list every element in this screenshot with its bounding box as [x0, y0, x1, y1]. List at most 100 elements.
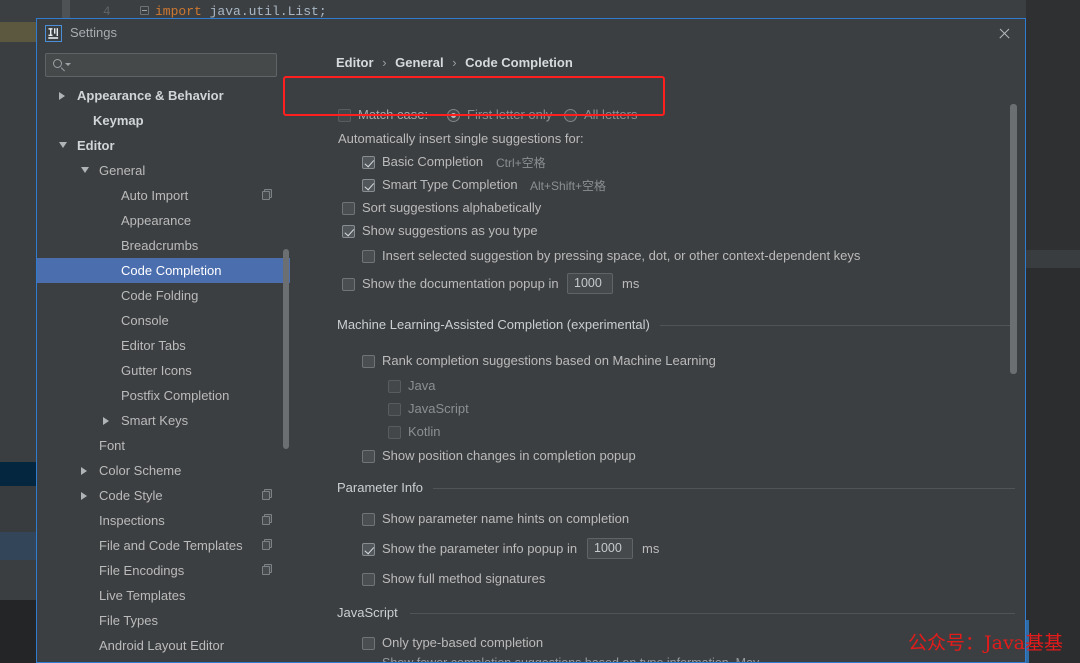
sidebar-item-label: File and Code Templates	[99, 538, 243, 553]
basic-completion-checkbox[interactable]	[362, 156, 375, 169]
row-ml-rank: Rank completion suggestions based on Mac…	[290, 352, 1025, 374]
line-number: 4	[103, 5, 111, 19]
sidebar-item-inspections[interactable]: Inspections	[37, 508, 290, 533]
show-as-you-type-checkbox[interactable]	[342, 225, 355, 238]
sidebar-item-label: File Encodings	[99, 563, 185, 578]
left-band-navy	[0, 462, 36, 486]
sidebar-item-code-folding[interactable]: Code Folding	[37, 283, 290, 308]
chevron-right-icon[interactable]	[81, 467, 87, 475]
sidebar-item-android-layout-editor[interactable]: Android Layout Editor	[37, 633, 290, 658]
chevron-right-icon[interactable]	[81, 492, 87, 500]
breadcrumb-separator-2: ›	[452, 55, 457, 70]
javascript-section-header: JavaScript	[290, 605, 1025, 621]
sidebar-item-gutter-icons[interactable]: Gutter Icons	[37, 358, 290, 383]
radio-first-letter-only[interactable]	[447, 109, 460, 122]
ml-position-changes-checkbox[interactable]	[362, 450, 375, 463]
full-signatures-checkbox[interactable]	[362, 573, 375, 586]
sidebar-item-code-completion[interactable]: Code Completion	[37, 258, 290, 283]
sort-alphabetically-checkbox[interactable]	[342, 202, 355, 215]
sidebar-item-file-types[interactable]: File Types	[37, 608, 290, 633]
sidebar-item-label: Breadcrumbs	[121, 238, 199, 253]
ml-section-header: Machine Learning-Assisted Completion (ex…	[290, 317, 1025, 333]
param-name-hints-checkbox[interactable]	[362, 513, 375, 526]
only-type-based-checkbox[interactable]	[362, 637, 375, 650]
sidebar-item-appearance[interactable]: Appearance	[37, 208, 290, 233]
breadcrumb-separator-1: ›	[382, 55, 387, 70]
sidebar-item-smart-keys[interactable]: Smart Keys	[37, 408, 290, 433]
sidebar-item-auto-import[interactable]: Auto Import	[37, 183, 290, 208]
smart-type-completion-checkbox[interactable]	[362, 179, 375, 192]
sidebar-item-postfix-completion[interactable]: Postfix Completion	[37, 383, 290, 408]
radio-all-letters[interactable]	[564, 109, 577, 122]
left-band-dark-1	[0, 42, 36, 462]
row-ml-position-changes: Show position changes in completion popu…	[290, 447, 1025, 469]
sidebar-item-label: Color Scheme	[99, 463, 182, 478]
sidebar-item-label: Code Completion	[121, 263, 222, 278]
close-icon[interactable]	[995, 25, 1013, 43]
sidebar-item-general[interactable]: General	[37, 158, 290, 183]
breadcrumb-part-general[interactable]: General	[395, 55, 443, 70]
copy-settings-icon[interactable]	[262, 489, 274, 501]
sidebar-item-label: Postfix Completion	[121, 388, 230, 403]
ml-javascript-checkbox[interactable]	[388, 403, 401, 416]
sidebar-item-label: Auto Import	[121, 188, 189, 203]
sidebar-item-editor-tabs[interactable]: Editor Tabs	[37, 333, 290, 358]
ml-kotlin-checkbox[interactable]	[388, 426, 401, 439]
sidebar-item-file-encodings[interactable]: File Encodings	[37, 558, 290, 583]
sidebar-item-file-and-code-templates[interactable]: File and Code Templates	[37, 533, 290, 558]
breadcrumb: Editor › General › Code Completion	[336, 55, 573, 70]
breadcrumb-part-code-completion: Code Completion	[465, 55, 573, 70]
copy-settings-icon[interactable]	[262, 189, 274, 201]
javascript-desc-line-1: Show fewer completion suggestions based …	[382, 656, 759, 662]
row-ml-javascript: JavaScript	[290, 400, 1025, 422]
ml-section-title: Machine Learning-Assisted Completion (ex…	[337, 317, 650, 332]
chevron-right-icon[interactable]	[59, 92, 65, 100]
doc-popup-delay-input[interactable]: 1000	[567, 273, 613, 294]
row-sort-alphabetically: Sort suggestions alphabetically	[290, 199, 1025, 221]
sidebar-item-label: Live Templates	[99, 588, 186, 603]
insert-selected-checkbox[interactable]	[362, 250, 375, 263]
copy-settings-icon[interactable]	[262, 539, 274, 551]
chevron-down-icon[interactable]	[81, 167, 89, 173]
sidebar-item-label: Editor Tabs	[121, 338, 186, 353]
parameter-info-title: Parameter Info	[337, 480, 423, 495]
sidebar-item-font[interactable]: Font	[37, 433, 290, 458]
auto-insert-header-label: Automatically insert single suggestions …	[338, 131, 584, 146]
doc-popup-unit: ms	[622, 276, 640, 291]
sidebar-item-editor[interactable]: Editor	[37, 133, 290, 158]
param-popup-checkbox[interactable]	[362, 543, 375, 556]
chevron-right-icon[interactable]	[103, 417, 109, 425]
param-name-hints-label: Show parameter name hints on completion	[382, 511, 630, 526]
sidebar-item-label: Appearance & Behavior	[77, 88, 224, 103]
sidebar-item-live-templates[interactable]: Live Templates	[37, 583, 290, 608]
sidebar-item-appearance-behavior[interactable]: Appearance & Behavior	[37, 83, 290, 108]
copy-settings-icon[interactable]	[262, 564, 274, 576]
sidebar-item-color-scheme[interactable]: Color Scheme	[37, 458, 290, 483]
row-insert-selected: Insert selected suggestion by pressing s…	[290, 247, 1025, 269]
sidebar-item-label: Appearance	[121, 213, 192, 228]
row-auto-insert-header: Automatically insert single suggestions …	[290, 130, 1025, 152]
sidebar-item-label: Console	[121, 313, 169, 328]
javascript-rule	[410, 613, 1015, 614]
row-show-as-you-type: Show suggestions as you type	[290, 222, 1025, 244]
ml-section-rule	[660, 325, 1015, 326]
param-popup-delay-input[interactable]: 1000	[587, 538, 633, 559]
sidebar-item-breadcrumbs[interactable]: Breadcrumbs	[37, 233, 290, 258]
sidebar-item-keymap[interactable]: Keymap	[37, 108, 290, 133]
breadcrumb-part-editor[interactable]: Editor	[336, 55, 374, 70]
chevron-down-icon[interactable]	[59, 142, 67, 148]
doc-popup-delay-value: 1000	[574, 276, 602, 290]
sidebar-scrollbar[interactable]	[283, 249, 289, 449]
ml-rank-checkbox[interactable]	[362, 355, 375, 368]
copy-settings-icon[interactable]	[262, 514, 274, 526]
sidebar-item-console[interactable]: Console	[37, 308, 290, 333]
settings-content: Editor › General › Code Completion Match…	[290, 49, 1025, 662]
search-input[interactable]	[45, 53, 277, 77]
match-case-checkbox[interactable]	[338, 109, 351, 122]
content-scrollbar[interactable]	[1010, 104, 1017, 374]
match-case-label: Match case:	[358, 107, 429, 122]
sidebar-item-code-style[interactable]: Code Style	[37, 483, 290, 508]
ml-java-checkbox[interactable]	[388, 380, 401, 393]
doc-popup-checkbox[interactable]	[342, 278, 355, 291]
fold-marker-icon[interactable]	[140, 6, 149, 15]
